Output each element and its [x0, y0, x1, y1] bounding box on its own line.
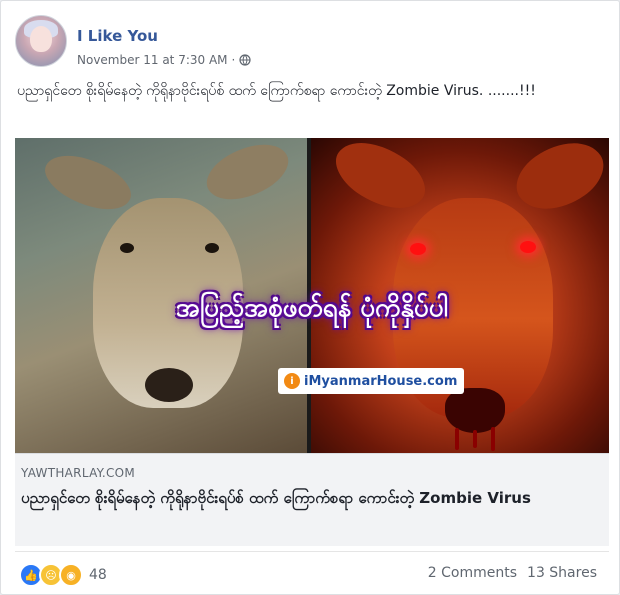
footer-divider — [15, 551, 609, 552]
link-domain: YAWTHARLAY.COM — [21, 466, 136, 480]
deer-nose — [145, 368, 193, 402]
deer-eye — [120, 243, 134, 253]
zombie-deer-eye — [520, 241, 536, 253]
avatar[interactable] — [15, 15, 67, 67]
blood-drip — [491, 427, 495, 451]
post-timestamp[interactable]: November 11 at 7:30 AM — [77, 53, 228, 67]
globe-icon[interactable] — [239, 54, 251, 66]
comments-count[interactable]: 2 Comments — [428, 565, 517, 581]
watermark-text: iMyanmarHouse.com — [304, 373, 458, 389]
post-text: ပညာရှင်တေ စိုးရိမ်နေတဲ့ ကိုရိုနာဗိုင်းရပ… — [17, 83, 536, 99]
post-card: I Like You November 11 at 7:30 AM · ပညာရ… — [0, 0, 620, 595]
shares-count[interactable]: 13 Shares — [527, 565, 597, 581]
blood-drip — [473, 430, 477, 448]
deer-eye — [205, 243, 219, 253]
wow-icon: ◉ — [59, 563, 83, 587]
zombie-deer-eye — [410, 243, 426, 255]
watermark: i iMyanmarHouse.com — [278, 368, 464, 394]
meta-separator: · — [231, 53, 236, 67]
watermark-logo-icon: i — [284, 373, 300, 389]
link-preview[interactable]: YAWTHARLAY.COM ပညာရှင်တေ စိုးရိမ်နေတဲ့ က… — [15, 453, 609, 546]
link-title[interactable]: ပညာရှင်တေ စိုးရိမ်နေတဲ့ ကိုရိုနာဗိုင်းရပ… — [21, 488, 601, 508]
author-name[interactable]: I Like You — [77, 27, 158, 45]
image-caption: အပြည့်အစုံဖတ်ရန် ပုံကိုနှိပ်ပါ — [175, 293, 449, 323]
post-image[interactable]: အပြည့်အစုံဖတ်ရန် ပုံကိုနှိပ်ပါ i iMyanma… — [15, 138, 609, 453]
post-meta: November 11 at 7:30 AM · — [77, 53, 251, 67]
engagement-stats: 2 Comments 13 Shares — [428, 565, 597, 581]
reactions-summary[interactable]: 👍 ☹ ◉ 48 — [19, 563, 107, 587]
blood-drip — [455, 428, 459, 450]
zombie-deer-mouth — [445, 388, 505, 433]
reaction-count: 48 — [89, 567, 107, 583]
avatar-face — [30, 26, 52, 52]
